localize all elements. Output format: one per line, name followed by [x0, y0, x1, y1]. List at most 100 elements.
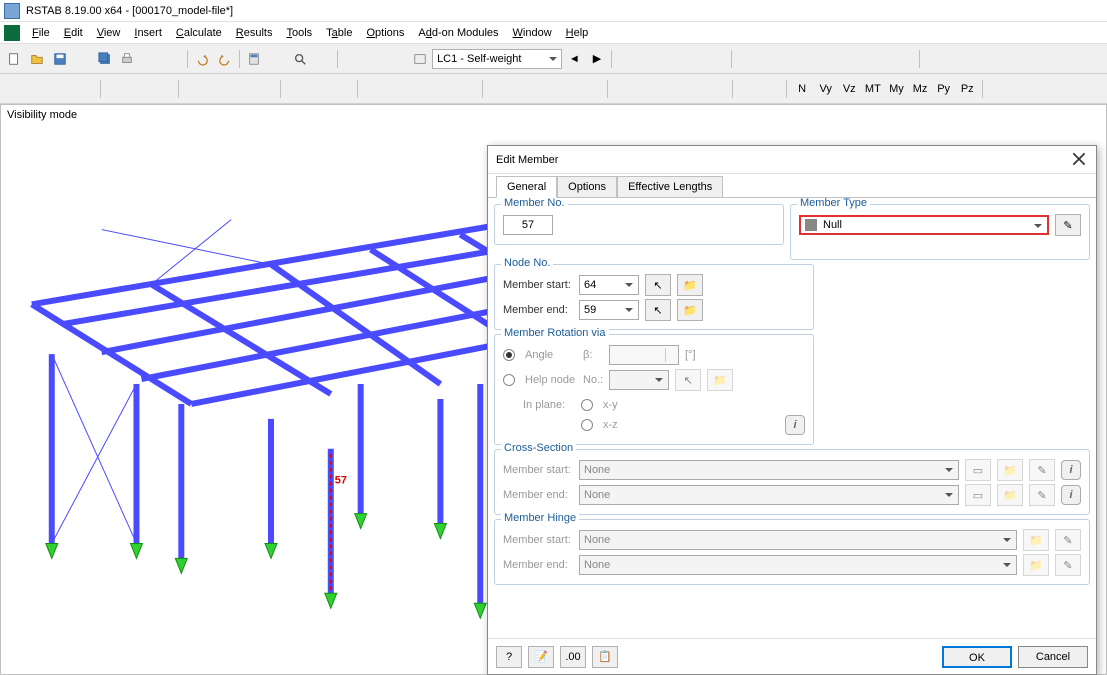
print-preview-icon[interactable]: [140, 48, 161, 70]
module-icon-1[interactable]: [639, 48, 660, 70]
module-icon-8[interactable]: [804, 48, 825, 70]
zoom-out-icon[interactable]: [534, 78, 556, 100]
member-no-field[interactable]: 57: [503, 215, 553, 235]
menu-edit[interactable]: Edit: [58, 25, 89, 41]
result-pz-icon[interactable]: Pz: [956, 78, 978, 100]
toolbar-overflow-icon[interactable]: [1083, 48, 1104, 70]
view-icon-4[interactable]: [75, 78, 97, 100]
layout-icon[interactable]: [387, 48, 408, 70]
module-icon-12[interactable]: [895, 48, 916, 70]
view-icon-13[interactable]: [308, 78, 330, 100]
view-icon-11[interactable]: [254, 78, 276, 100]
view-icon-12[interactable]: [284, 78, 306, 100]
loadcase-combo[interactable]: LC1 - Self-weight: [432, 49, 562, 69]
tab-general[interactable]: General: [496, 176, 557, 198]
view-icon-1[interactable]: [4, 78, 26, 100]
view-icon-10[interactable]: [230, 78, 252, 100]
axis-icon[interactable]: [737, 78, 759, 100]
close-icon[interactable]: [1070, 150, 1088, 168]
module-icon-7[interactable]: [782, 48, 803, 70]
ok-button[interactable]: OK: [942, 646, 1012, 668]
radio-helpnode[interactable]: [503, 374, 515, 386]
module-icon-4[interactable]: [707, 48, 728, 70]
pick-node-start-button[interactable]: ↖: [645, 274, 671, 296]
tab-effective-lengths[interactable]: Effective Lengths: [617, 176, 723, 198]
result-vy-icon[interactable]: Vy: [815, 78, 837, 100]
new-file-icon[interactable]: [4, 48, 25, 70]
report-icon[interactable]: [162, 48, 183, 70]
open-file-icon[interactable]: [27, 48, 48, 70]
module-icon-18[interactable]: [1037, 48, 1058, 70]
lc-prev-icon[interactable]: ◄: [564, 48, 585, 70]
menu-view[interactable]: View: [91, 25, 127, 41]
view-icon-24[interactable]: [707, 78, 729, 100]
menu-table[interactable]: Table: [320, 25, 358, 41]
view-top-icon[interactable]: [612, 78, 634, 100]
view-icon-5[interactable]: [105, 78, 127, 100]
module-icon-5[interactable]: [736, 48, 757, 70]
module-icon-15[interactable]: [970, 48, 991, 70]
pan-icon[interactable]: [558, 78, 580, 100]
view-icon-6[interactable]: [129, 78, 151, 100]
view-front-icon[interactable]: [636, 78, 658, 100]
result-mz-icon[interactable]: Mz: [909, 78, 931, 100]
redo-icon[interactable]: [215, 48, 236, 70]
menu-file[interactable]: File: [26, 25, 56, 41]
view-side-icon[interactable]: [659, 78, 681, 100]
result-n-icon[interactable]: N: [791, 78, 813, 100]
menu-insert[interactable]: Insert: [128, 25, 168, 41]
menu-addon[interactable]: Add-on Modules: [412, 25, 504, 41]
tool-icon[interactable]: [72, 48, 93, 70]
comment-button[interactable]: 📝: [528, 646, 554, 668]
navigator-icon[interactable]: [364, 48, 385, 70]
module-icon-17[interactable]: [1015, 48, 1036, 70]
print-icon[interactable]: [117, 48, 138, 70]
member-type-edit-button[interactable]: ✎: [1055, 214, 1081, 236]
radio-angle[interactable]: [503, 349, 515, 361]
module-icon-2[interactable]: [662, 48, 683, 70]
result-vz-icon[interactable]: Vz: [838, 78, 860, 100]
axis-icon-2[interactable]: [761, 78, 783, 100]
tool-icon-20[interactable]: [987, 78, 1009, 100]
zoom-in-icon[interactable]: [511, 78, 533, 100]
result-mt-icon[interactable]: MT: [862, 78, 884, 100]
cancel-button[interactable]: Cancel: [1018, 646, 1088, 668]
module-icon-3[interactable]: [684, 48, 705, 70]
menu-options[interactable]: Options: [360, 25, 410, 41]
module-icon-16[interactable]: [992, 48, 1013, 70]
cross-end-info-icon[interactable]: i: [1061, 485, 1081, 505]
view-icon-17[interactable]: [409, 78, 431, 100]
result-my-icon[interactable]: My: [886, 78, 908, 100]
lc-edit-icon[interactable]: [409, 48, 430, 70]
node-end-combo[interactable]: 59: [579, 300, 639, 320]
save-all-icon[interactable]: [95, 48, 116, 70]
undo-icon[interactable]: [192, 48, 213, 70]
copy-button[interactable]: 📋: [592, 646, 618, 668]
table-icon[interactable]: [342, 48, 363, 70]
view-icon-8[interactable]: [183, 78, 205, 100]
tool-icon-22[interactable]: [1034, 78, 1056, 100]
cut-icon[interactable]: [616, 48, 637, 70]
menu-calculate[interactable]: Calculate: [170, 25, 228, 41]
zoom-window-icon[interactable]: [487, 78, 509, 100]
calc-all-icon[interactable]: [267, 48, 288, 70]
menu-help[interactable]: Help: [560, 25, 595, 41]
new-node-end-button[interactable]: 📁: [677, 299, 703, 321]
view-icon-3[interactable]: [51, 78, 73, 100]
new-node-start-button[interactable]: 📁: [677, 274, 703, 296]
result-py-icon[interactable]: Py: [933, 78, 955, 100]
pick-node-end-button[interactable]: ↖: [645, 299, 671, 321]
calc-icon[interactable]: [244, 48, 265, 70]
view-icon-2[interactable]: [28, 78, 50, 100]
tab-options[interactable]: Options: [557, 176, 617, 198]
help-button[interactable]: ?: [496, 646, 522, 668]
node-start-combo[interactable]: 64: [579, 275, 639, 295]
save-icon[interactable]: [49, 48, 70, 70]
cross-start-info-icon[interactable]: i: [1061, 460, 1081, 480]
view-icon-14[interactable]: [332, 78, 354, 100]
tool-icon-24[interactable]: [1081, 78, 1103, 100]
units-button[interactable]: .00: [560, 646, 586, 668]
module-icon-19[interactable]: [1060, 48, 1081, 70]
tool-icon-2[interactable]: [312, 48, 333, 70]
view-icon-18[interactable]: [433, 78, 455, 100]
